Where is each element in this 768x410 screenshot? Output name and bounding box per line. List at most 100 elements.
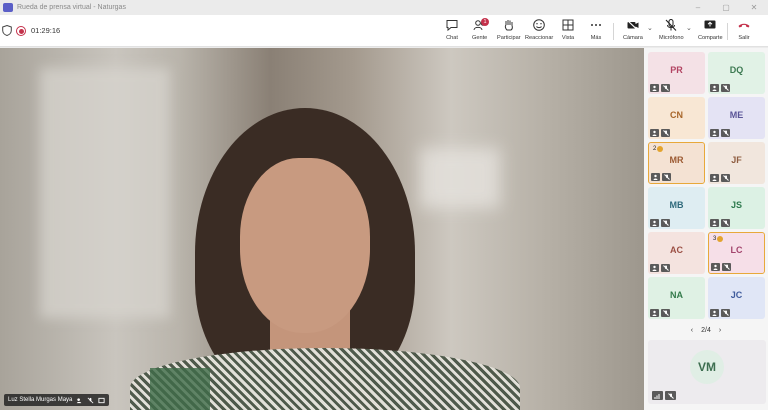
toolbar-divider [727,23,728,40]
mic-muted-icon [665,391,676,400]
participant-status-icons [710,129,730,137]
participant-initials: PR [670,65,683,75]
raised-hand-order: 2 [653,146,664,152]
participant-initials: AC [670,245,683,255]
toolbar-divider [613,23,614,40]
mic-muted-icon [721,129,730,137]
mic-label: Micrófono [659,35,684,41]
participant-avatar: CN [664,103,689,127]
raise-hand-button[interactable]: Participar [497,18,521,46]
leave-button[interactable]: Salir [737,18,751,46]
view-label: Vista [561,35,575,41]
self-view-tile[interactable]: VM [648,340,766,404]
participant-tile[interactable]: AC [648,232,705,274]
mic-muted-icon [661,309,670,317]
video-off-icon [710,129,719,137]
video-off-icon [710,219,719,227]
recording-icon [16,26,26,36]
hand-icon [504,20,513,31]
video-off-icon [650,84,659,92]
participant-initials: ME [729,110,744,120]
participant-tile[interactable]: JC [708,277,765,319]
react-button[interactable]: Reaccionar [525,18,553,46]
mic-muted-icon [721,84,730,92]
speaker-face [240,158,370,333]
mic-muted-icon [721,219,730,227]
share-label: Comparte [698,35,723,41]
participant-initials: CN [670,110,683,120]
participant-initials: MB [669,200,684,210]
participant-initials: LC [730,245,743,255]
mic-options-chevron-icon[interactable]: ⌄ [686,24,692,32]
camera-button[interactable]: Cámara [623,18,643,46]
video-off-icon [651,173,660,181]
maximize-button[interactable]: ▢ [712,0,740,15]
close-window-button[interactable]: ✕ [740,0,768,15]
next-page-chevron-icon[interactable]: › [719,327,721,334]
mic-button[interactable]: Micrófono [659,18,684,46]
prev-page-chevron-icon[interactable]: ‹ [691,327,693,334]
self-avatar: VM [690,350,724,384]
view-button[interactable]: Vista [561,18,575,46]
signal-icon [652,391,663,400]
mic-muted-icon [662,173,671,181]
share-icon [704,20,716,29]
participant-tile[interactable]: MR 2 [648,142,705,184]
phone-hangup-icon [738,23,750,28]
window-controls: – ▢ ✕ [684,0,768,15]
camera-label: Cámara [623,35,643,41]
grid-view-icon [562,19,574,31]
participant-avatar: JF [724,148,749,172]
mic-muted-icon [661,219,670,227]
participant-avatar: NA [664,283,689,307]
mic-muted-icon [721,174,730,182]
more-label: Más [590,35,602,41]
participant-status-icons [650,264,670,272]
camera-options-chevron-icon[interactable]: ⌄ [647,24,653,32]
mic-off-icon [665,19,677,31]
participant-avatar: AC [664,238,689,262]
react-label: Reaccionar [525,35,554,41]
leave-label: Salir [738,35,750,41]
participant-status-icons [710,84,730,92]
chat-icon [446,20,458,32]
speaker-blouse-accent [150,368,210,410]
participant-tile[interactable]: DQ [708,52,765,94]
smile-icon [533,19,545,31]
more-button[interactable]: Más [589,18,603,46]
people-button[interactable]: 1 Gente [472,18,489,46]
more-icon [591,24,601,26]
background-light [420,148,500,208]
background-window [40,68,170,318]
participant-tile[interactable]: LC 3 [708,232,765,274]
participant-status-icons [710,309,730,317]
minimize-button[interactable]: – [684,0,712,15]
participant-tile[interactable]: ME [708,97,765,139]
participant-avatar: ME [724,103,749,127]
mic-muted-icon [722,263,731,271]
video-off-icon [650,219,659,227]
main-video-feed [0,48,644,410]
page-indicator: 2/4 [701,326,711,334]
video-off-icon [711,263,720,271]
participant-tile[interactable]: JF [708,142,765,184]
meeting-toolbar: 01:29:16 Chat 1 Gente Participar Reaccio… [0,15,768,47]
participant-initials: MR [669,155,684,165]
share-indicator-icon [98,397,105,403]
participant-status-icons [650,219,670,227]
title-bar: Rueda de prensa virtual - Naturgas – ▢ ✕ [0,0,768,15]
chat-button[interactable]: Chat [445,18,459,46]
participant-tile[interactable]: NA [648,277,705,319]
participant-status-icons [710,219,730,227]
participant-status-icons [650,129,670,137]
participant-tile[interactable]: JS [708,187,765,229]
participant-status-icons [711,263,731,271]
share-button[interactable]: Comparte [698,18,723,46]
participant-initials: NA [670,290,683,300]
people-label: Gente [472,35,488,41]
raised-hand-icon [717,236,724,242]
raise-hand-label: Participar [497,35,521,41]
participant-tile[interactable]: MB [648,187,705,229]
participant-tile[interactable]: PR [648,52,705,94]
participant-tile[interactable]: CN [648,97,705,139]
